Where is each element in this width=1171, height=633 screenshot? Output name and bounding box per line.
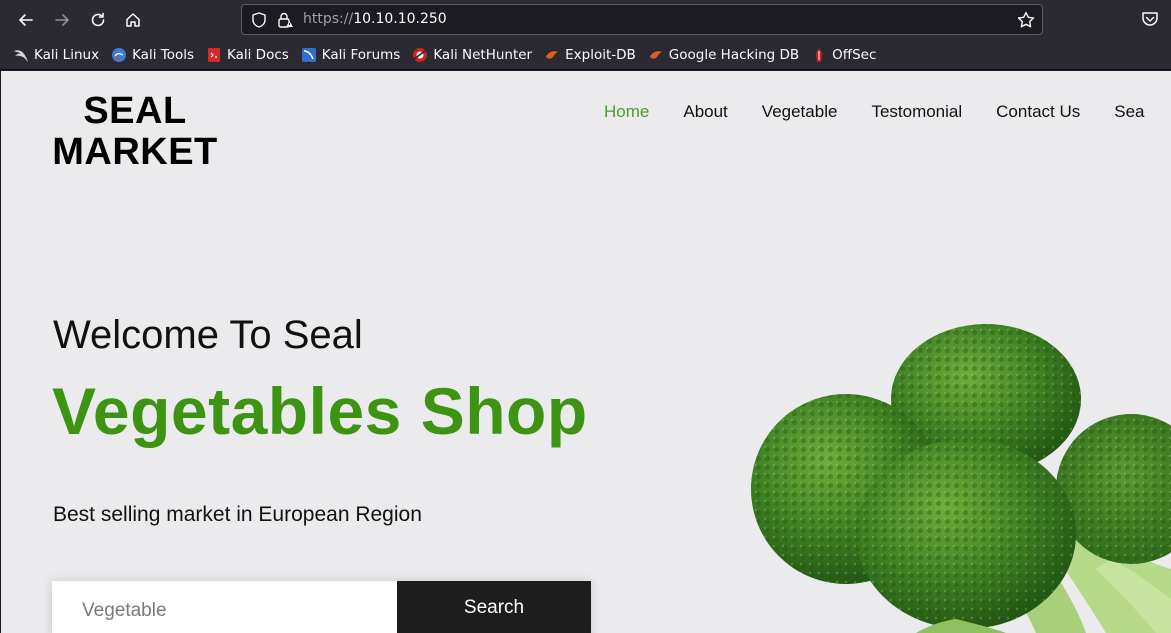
- tracking-shield-icon[interactable]: [250, 11, 268, 29]
- lock-warning-icon[interactable]: [276, 11, 294, 29]
- bookmark-label: Kali Forums: [321, 46, 401, 63]
- offsec-icon: [816, 47, 823, 62]
- bookmark-kali-tools[interactable]: Kali Tools: [111, 47, 194, 63]
- bookmark-offsec[interactable]: OffSec: [811, 47, 876, 63]
- logo-line-1: SEAL: [83, 90, 187, 132]
- search-input[interactable]: [52, 581, 397, 633]
- home-icon[interactable]: [121, 8, 145, 32]
- nav-testimonial[interactable]: Testomonial: [871, 102, 962, 122]
- bookmark-label: Kali Linux: [34, 46, 100, 63]
- url-host: 10.10.10.250: [353, 11, 447, 27]
- address-bar[interactable]: https://10.10.10.250: [241, 4, 1043, 35]
- bookmark-label: Kali NetHunter: [433, 46, 533, 63]
- bookmark-kali-forums[interactable]: Kali Forums: [301, 46, 401, 63]
- search-button[interactable]: Search: [397, 581, 591, 633]
- broccoli-image: [751, 324, 1171, 633]
- ghdb-icon: [649, 50, 662, 59]
- reload-icon[interactable]: [86, 8, 110, 32]
- bookmark-star-icon[interactable]: [1016, 10, 1036, 30]
- bookmark-google-hacking-db[interactable]: Google Hacking DB: [648, 47, 799, 63]
- bookmark-kali-nethunter[interactable]: Kali NetHunter: [412, 47, 532, 63]
- bookmark-kali-docs[interactable]: Kali Docs: [206, 47, 289, 63]
- nav-vegetable[interactable]: Vegetable: [762, 102, 838, 122]
- url-protocol: https://: [303, 11, 354, 27]
- bookmark-label: OffSec: [832, 46, 877, 63]
- browser-toolbar: https://10.10.10.250: [0, 0, 1171, 40]
- site-logo[interactable]: SEAL MARKET: [52, 91, 218, 173]
- nav-search[interactable]: Sea: [1114, 102, 1144, 122]
- page-content: SEAL MARKET Home About Vegetable Testomo…: [1, 71, 1171, 633]
- nav-contact-us[interactable]: Contact Us: [996, 102, 1080, 122]
- nav-about[interactable]: About: [683, 102, 727, 122]
- kali-dragon-icon: [14, 49, 28, 62]
- bookmarks-bar: Kali Linux Kali Tools Kali Docs Kali For…: [0, 40, 1171, 70]
- logo-line-2: MARKET: [52, 131, 218, 173]
- bookmark-label: Google Hacking DB: [668, 46, 800, 63]
- nethunter-icon: [413, 47, 428, 62]
- kali-tools-icon: [112, 47, 127, 62]
- search-form: Search: [52, 581, 591, 633]
- main-nav: Home About Vegetable Testomonial Contact…: [604, 102, 1171, 122]
- bookmark-kali-linux[interactable]: Kali Linux: [13, 47, 99, 63]
- forward-arrow-icon[interactable]: [50, 8, 74, 32]
- bookmark-label: Kali Tools: [132, 46, 194, 63]
- hero-headline: Vegetables Shop: [52, 374, 588, 448]
- kali-forums-icon: [301, 47, 316, 62]
- nav-home[interactable]: Home: [604, 102, 649, 122]
- bookmark-label: Kali Docs: [227, 46, 289, 63]
- url-text[interactable]: https://10.10.10.250: [303, 11, 447, 27]
- exploit-db-icon: [546, 50, 559, 59]
- welcome-heading: Welcome To Seal: [53, 313, 363, 357]
- bookmark-label: Exploit-DB: [565, 46, 636, 63]
- kali-docs-icon: [208, 47, 220, 62]
- back-arrow-icon[interactable]: [14, 8, 38, 32]
- pocket-icon[interactable]: [1140, 9, 1160, 29]
- bookmark-exploit-db[interactable]: Exploit-DB: [544, 47, 636, 63]
- hero-tagline: Best selling market in European Region: [53, 503, 422, 526]
